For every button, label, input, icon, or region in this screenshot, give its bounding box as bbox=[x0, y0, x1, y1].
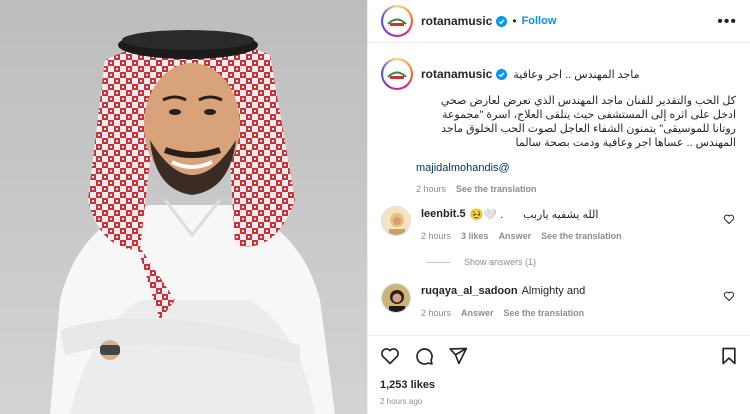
caption-username[interactable]: rotanamusic bbox=[421, 67, 492, 81]
rotana-logo-icon bbox=[387, 71, 407, 79]
caption-avatar[interactable] bbox=[381, 58, 413, 90]
account-username[interactable]: rotanamusic bbox=[421, 14, 492, 28]
comment-time: 2 hours bbox=[421, 308, 452, 318]
show-answers-label: Show answers (1) bbox=[464, 257, 537, 267]
post-caption: rotanamusic ماجد المهندس .. اجر وعافية ك… bbox=[381, 58, 739, 194]
comment-text: الله يشفيه ياربب bbox=[523, 208, 599, 221]
caption-mention-link[interactable]: majidalmohandis@ bbox=[416, 162, 739, 174]
rotana-logo-icon bbox=[387, 18, 407, 26]
likes-count[interactable]: 1,253 likes bbox=[380, 379, 435, 391]
verified-badge-icon bbox=[496, 68, 508, 80]
post-photo[interactable] bbox=[0, 0, 367, 414]
separator-dot: • bbox=[512, 14, 517, 28]
comment-translate-link[interactable]: See the translation bbox=[504, 308, 585, 318]
post-actions: 1,253 likes 2 hours ago bbox=[368, 335, 750, 414]
comment-answer-button[interactable]: Answer bbox=[461, 308, 494, 318]
caption-meta: 2 hours See the translation bbox=[416, 184, 739, 194]
post-header: rotanamusic • Follow ••• bbox=[368, 0, 750, 43]
verified-badge-icon bbox=[496, 15, 508, 27]
comment-bubble-icon[interactable] bbox=[414, 346, 434, 366]
portrait-image bbox=[0, 0, 367, 414]
comment-username[interactable]: ruqaya_al_sadoon bbox=[421, 285, 518, 297]
comment-item: leenbit.5 🥹🤍 . الله يشفيه ياربب 2 hours … bbox=[381, 206, 739, 241]
caption-text: كل الحب والتقدير للفنان ماجد المهندس الذ… bbox=[440, 95, 736, 149]
comment-like-heart-icon[interactable] bbox=[723, 213, 735, 225]
post-sidebar: rotanamusic • Follow ••• rotanamusic ماج… bbox=[367, 0, 750, 414]
comment-answer-button[interactable]: Answer bbox=[499, 231, 532, 241]
save-bookmark-icon[interactable] bbox=[719, 346, 739, 366]
show-answers-button[interactable]: Show answers (1) bbox=[426, 257, 536, 267]
comment-emoji: 🥹🤍 . bbox=[469, 208, 504, 221]
answers-divider-line bbox=[426, 261, 450, 263]
caption-title: ماجد المهندس .. اجر وعافية bbox=[513, 68, 640, 81]
share-send-icon[interactable] bbox=[448, 346, 468, 366]
comment-like-heart-icon[interactable] bbox=[723, 290, 735, 302]
caption-time: 2 hours bbox=[416, 184, 447, 194]
comment-username[interactable]: leenbit.5 bbox=[421, 208, 466, 220]
account-avatar[interactable] bbox=[381, 5, 413, 37]
comment-likes[interactable]: 3 likes bbox=[461, 231, 489, 241]
follow-button[interactable]: Follow bbox=[522, 15, 557, 27]
post-timestamp[interactable]: 2 hours ago bbox=[380, 397, 422, 406]
more-options-icon[interactable]: ••• bbox=[717, 13, 737, 31]
like-heart-icon[interactable] bbox=[380, 346, 400, 366]
comment-item: ruqaya_al_sadoon Almighty and 2 hours An… bbox=[381, 283, 739, 318]
caption-translate-link[interactable]: See the translation bbox=[456, 184, 537, 194]
comment-translate-link[interactable]: See the translation bbox=[541, 231, 622, 241]
instagram-post: rotanamusic • Follow ••• rotanamusic ماج… bbox=[0, 0, 750, 414]
comment-text: Almighty and bbox=[521, 285, 586, 297]
comment-avatar[interactable] bbox=[381, 206, 411, 236]
comment-time: 2 hours bbox=[421, 231, 452, 241]
comment-avatar[interactable] bbox=[381, 283, 411, 313]
